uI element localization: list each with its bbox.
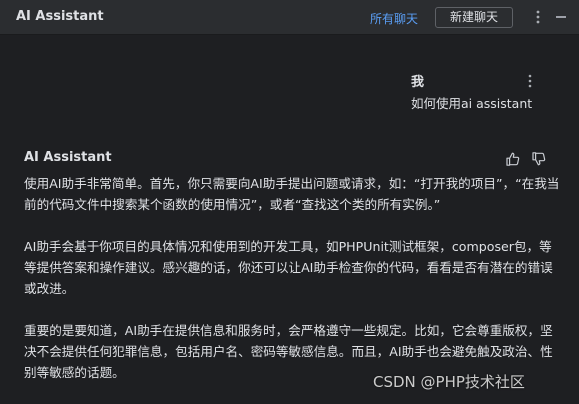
- message-more-icon[interactable]: [523, 72, 537, 90]
- assistant-message-body: 使用AI助手非常简单。首先，你只需要向AI助手提出问题或请求，如：“打开我的项目…: [24, 173, 560, 404]
- more-vertical-icon[interactable]: [531, 8, 545, 26]
- watermark: CSDN @PHP技术社区: [373, 373, 525, 391]
- assistant-paragraph: AI助手会基于你项目的具体情况和使用到的开发工具，如PHPUnit测试框架，co…: [24, 239, 553, 296]
- user-message: 我 如何使用ai assistant: [411, 71, 571, 112]
- new-chat-button[interactable]: 新建聊天: [435, 7, 513, 28]
- assistant-message-author: AI Assistant: [24, 150, 112, 165]
- assistant-paragraph: 使用AI助手非常简单。首先，你只需要向AI助手提出问题或请求，如：“打开我的项目…: [24, 176, 560, 212]
- thumbs-down-icon[interactable]: [531, 151, 547, 167]
- all-chats-link[interactable]: 所有聊天: [370, 10, 418, 27]
- minimize-icon[interactable]: [556, 16, 566, 18]
- ai-assistant-panel: AI Assistant 所有聊天 新建聊天 我 如何使用ai assistan…: [0, 0, 579, 404]
- panel-title: AI Assistant: [16, 9, 104, 24]
- thumbs-up-icon[interactable]: [505, 151, 521, 167]
- user-message-text: 如何使用ai assistant: [411, 96, 533, 111]
- user-message-author: 我: [411, 75, 425, 90]
- panel-header: AI Assistant 所有聊天 新建聊天: [0, 0, 579, 35]
